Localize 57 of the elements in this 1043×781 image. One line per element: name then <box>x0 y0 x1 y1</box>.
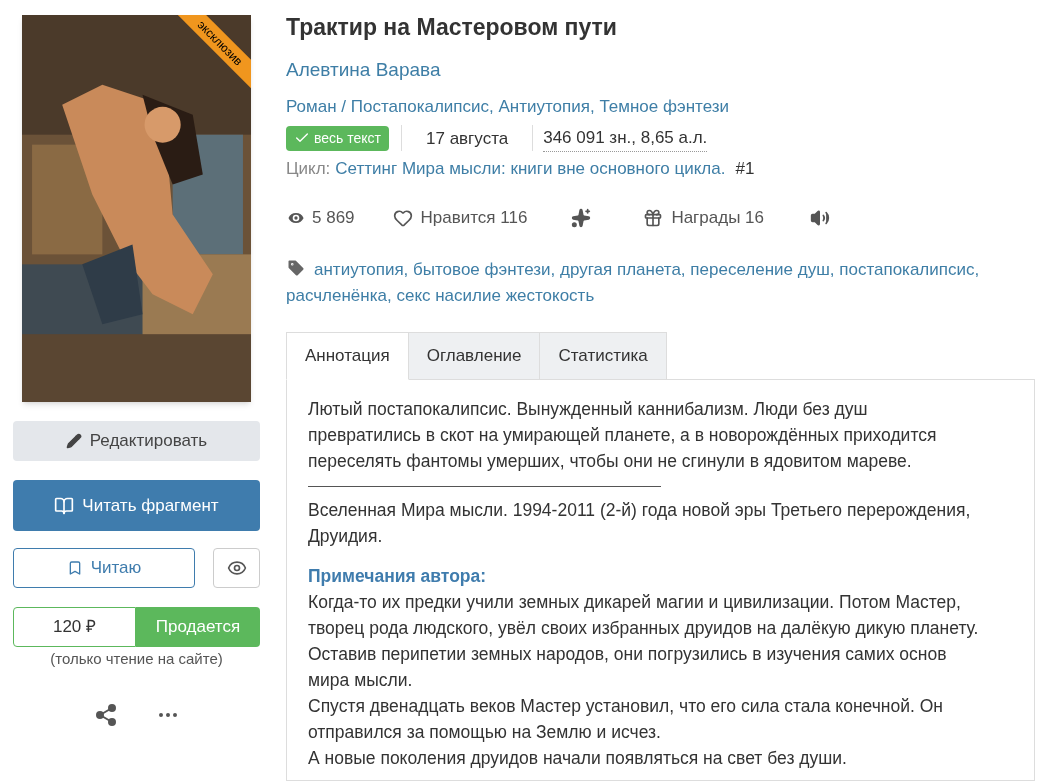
author-link[interactable]: Алевтина Варава <box>286 56 441 85</box>
book-title: Трактир на Мастеровом пути <box>286 15 618 39</box>
separator-text: , <box>974 259 980 279</box>
separator-text: / <box>340 95 348 118</box>
likes-count: Нравится 116 <box>420 207 528 229</box>
tag-link[interactable]: расчленёнка <box>286 285 387 305</box>
reading-button[interactable]: Читаю <box>13 548 195 588</box>
awards-count: Награды 16 <box>671 207 764 229</box>
heart-icon <box>392 207 413 228</box>
tag-link[interactable]: бытовое фэнтези <box>413 259 551 279</box>
watch-button[interactable] <box>213 548 260 588</box>
eye-icon <box>226 558 247 578</box>
separator-text: , <box>829 259 835 279</box>
tab[interactable]: Оглавление <box>408 331 541 380</box>
genre-link[interactable]: Антиутопия <box>498 93 590 119</box>
tab[interactable]: Статистика <box>540 331 667 380</box>
cycle-link[interactable]: Сеттинг Мира мысли: книги вне основного цикла. <box>335 155 726 181</box>
views-count: 5 869 <box>312 207 355 229</box>
separator-text: , <box>489 95 495 118</box>
genre-link[interactable]: Постапокалипсис <box>350 93 490 119</box>
separator-text: , <box>680 259 686 279</box>
sparkles-icon[interactable] <box>571 207 592 228</box>
tag-link[interactable]: постапокалипсис <box>839 259 975 279</box>
tag-link[interactable]: антиутопия <box>314 259 404 279</box>
separator-text: , <box>550 259 556 279</box>
tag-link[interactable]: секс насилие жестокость <box>396 285 595 305</box>
annotation-paragraph: Вселенная Мира мысли. 1994-2011 (2-й) года новой эры Третьего перерождения, Друидия. <box>308 498 972 548</box>
notes-paragraph: А новые поколения друидов начали появляться на свет без души. <box>308 746 848 770</box>
read-fragment-button[interactable]: Читать фрагмент <box>13 480 260 531</box>
tab[interactable]: Аннотация <box>286 331 409 380</box>
price-note: (только чтение на сайте) <box>49 649 224 669</box>
size-text: 346 091 зн., 8,65 а.л. <box>543 125 708 152</box>
notes-paragraph: Оставив перипетии земных народов, они погрузились в изучения самих основ мира мысли. <box>308 642 948 692</box>
gift-icon <box>643 207 664 228</box>
share-icon[interactable] <box>93 702 118 727</box>
price-field: 120 ₽ <box>13 607 136 647</box>
annotation-paragraph: Лютый постапокалипсис. Вынужденный каннибализм. Люди без душ превратились в скот на умирающей планете, а в новорождённых приходится переселять фантомы умерших, чтобы они не сгинули в ядовитом мареве. <box>308 397 938 473</box>
separator-text: , <box>403 259 409 279</box>
status-badge: весь текст <box>286 125 389 151</box>
genre-link[interactable]: Роман <box>286 93 337 119</box>
book-icon <box>54 495 75 516</box>
separator-text: , <box>386 285 392 305</box>
cycle-label: Цикл: <box>286 157 331 180</box>
genre-link[interactable]: Темное фэнтези <box>599 93 729 119</box>
notes-paragraph: Когда-то их предки учили земных дикарей магии и цивилизации. Потом Мастер, творец рода людского, увёл своих избранных друидов на далёкую дикую планету. <box>308 590 980 640</box>
tag-link[interactable]: переселение душ <box>690 259 830 279</box>
tag-link[interactable]: другая планета <box>560 259 681 279</box>
speaker-icon[interactable] <box>810 207 830 228</box>
pencil-icon <box>65 433 82 449</box>
edit-button[interactable]: Редактировать <box>13 421 260 461</box>
separator-text: , <box>589 95 596 118</box>
notes-paragraph: Спустя двенадцать веков Мастер установил, что его сила стала конечной. Он отправился за помощью на Землю и исчез. <box>308 694 945 744</box>
cycle-number: #1 <box>735 157 755 180</box>
notes-heading: Примечания автора: <box>308 564 488 588</box>
sale-button[interactable]: Продается <box>136 607 260 647</box>
date-text: 17 августа <box>425 127 510 150</box>
tag-icon <box>286 257 306 278</box>
